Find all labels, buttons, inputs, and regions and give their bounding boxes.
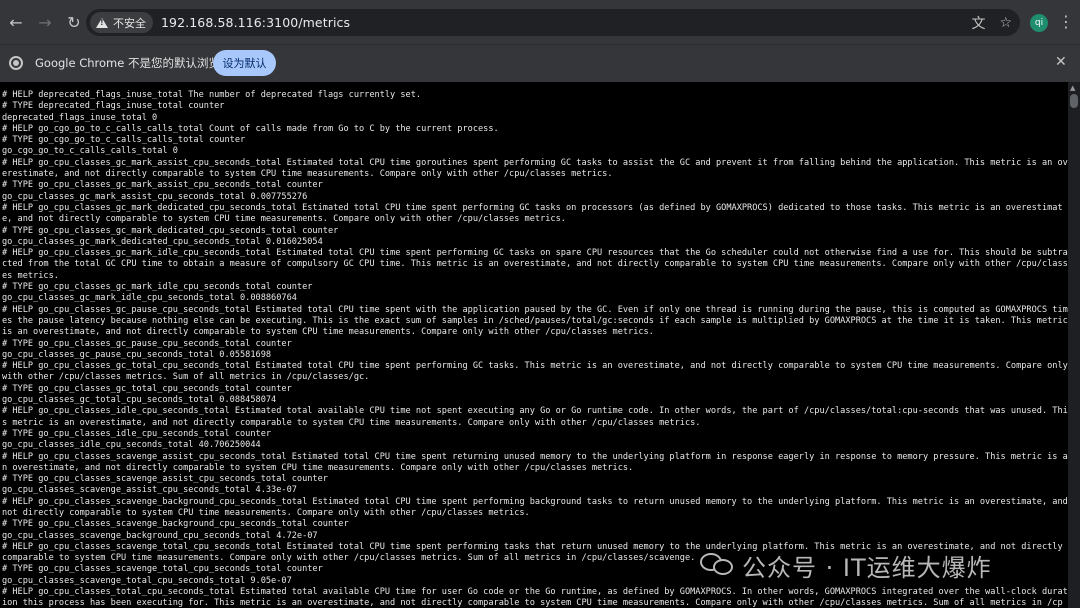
metrics-line: # HELP go_cpu_classes_scavenge_assist_cp… [2,451,1068,473]
security-chip[interactable]: 不安全 [90,12,153,33]
metrics-line: # TYPE go_cpu_classes_gc_mark_dedicated_… [2,225,339,236]
metrics-line: # HELP go_cpu_classes_gc_mark_assist_cpu… [2,157,1068,180]
metrics-line: go_cpu_classes_scavenge_background_cpu_s… [2,530,318,541]
metrics-line: go_cpu_classes_gc_pause_cpu_seconds_tota… [2,349,272,360]
forward-icon[interactable]: → [31,8,59,36]
metrics-line: go_cpu_classes_scavenge_assist_cpu_secon… [2,485,297,496]
menu-icon[interactable]: ⋮ [1058,12,1074,32]
metrics-line: # TYPE go_cpu_classes_idle_cpu_seconds_t… [2,428,272,439]
metrics-line: go_cpu_classes_gc_total_cpu_seconds_tota… [2,395,277,406]
chrome-logo-icon [9,56,23,70]
metrics-line: # TYPE go_cpu_classes_scavenge_assist_cp… [2,474,328,485]
url-text[interactable]: 192.168.58.116:3100/metrics [161,15,350,30]
metrics-line: go_cpu_classes_gc_mark_dedicated_cpu_sec… [2,236,323,247]
metrics-line: # HELP go_cgo_go_to_c_calls_calls_total … [2,123,499,134]
scroll-up-icon[interactable]: ▲ [1070,84,1075,92]
scroll-thumb[interactable] [1070,94,1078,108]
metrics-line: # TYPE go_cpu_classes_gc_pause_cpu_secon… [2,338,292,349]
address-bar[interactable]: 不安全 192.168.58.116:3100/metrics 文 ☆ [86,9,1020,36]
metrics-line: # HELP go_cpu_classes_gc_pause_cpu_secon… [2,304,1068,338]
metrics-line: # HELP go_cpu_classes_gc_total_cpu_secon… [2,361,1068,383]
metrics-line: # TYPE go_cpu_classes_gc_mark_assist_cpu… [2,180,323,191]
metrics-line: # HELP deprecated_flags_inuse_total The … [2,90,422,100]
watermark-text: 公众号 · IT运维大爆炸 [742,553,992,582]
metrics-line: # TYPE deprecated_flags_inuse_total coun… [2,101,225,112]
bookmark-star-icon[interactable]: ☆ [999,15,1012,31]
metrics-line: deprecated_flags_inuse_total 0 [2,112,158,123]
metrics-line: # TYPE go_cpu_classes_gc_total_cpu_secon… [2,383,292,394]
metrics-line: go_cpu_classes_gc_mark_idle_cpu_seconds_… [2,293,297,304]
set-default-button[interactable]: 设为默认 [213,50,276,76]
metrics-line: go_cpu_classes_gc_mark_assist_cpu_second… [2,191,308,202]
metrics-line: # HELP go_cpu_classes_scavenge_backgroun… [2,496,1068,518]
translate-icon[interactable]: 文 [971,13,985,33]
watermark: 公众号 · IT运维大爆炸 [700,545,992,585]
vertical-scrollbar[interactable]: ▲ [1068,82,1080,608]
metrics-line: go_cgo_go_to_c_calls_calls_total 0 [2,146,178,157]
back-icon[interactable]: ← [2,8,30,36]
metrics-text: # HELP deprecated_flags_inuse_total The … [0,82,1068,608]
metrics-line: go_cpu_classes_idle_cpu_seconds_total 40… [2,440,261,451]
reload-icon[interactable]: ↻ [60,8,88,36]
metrics-line: # TYPE go_cpu_classes_gc_mark_idle_cpu_s… [2,282,313,293]
metrics-line: # TYPE go_cgo_go_to_c_calls_calls_total … [2,135,246,146]
metrics-line: # TYPE go_cpu_classes_scavenge_backgroun… [2,519,349,530]
default-browser-infobar: Google Chrome 不是您的默认浏览器 设为默认 ✕ [0,44,1080,83]
close-icon[interactable]: ✕ [1055,54,1067,70]
metrics-line: # HELP go_cpu_classes_total_cpu_seconds_… [2,587,1068,608]
infobar-message: Google Chrome 不是您的默认浏览器 [35,56,232,70]
wechat-icon [700,551,734,579]
metrics-line: # HELP go_cpu_classes_idle_cpu_seconds_t… [2,406,1068,428]
metrics-line: # HELP go_cpu_classes_gc_mark_dedicated_… [2,202,1063,225]
metrics-line: # HELP go_cpu_classes_gc_mark_idle_cpu_s… [2,248,1068,281]
browser-toolbar: ← → ↻ 不安全 192.168.58.116:3100/metrics 文 … [0,0,1080,44]
security-label: 不安全 [113,16,146,30]
metrics-page: # HELP deprecated_flags_inuse_total The … [0,82,1068,608]
profile-avatar[interactable]: qi [1030,14,1048,32]
warning-icon [96,17,108,28]
